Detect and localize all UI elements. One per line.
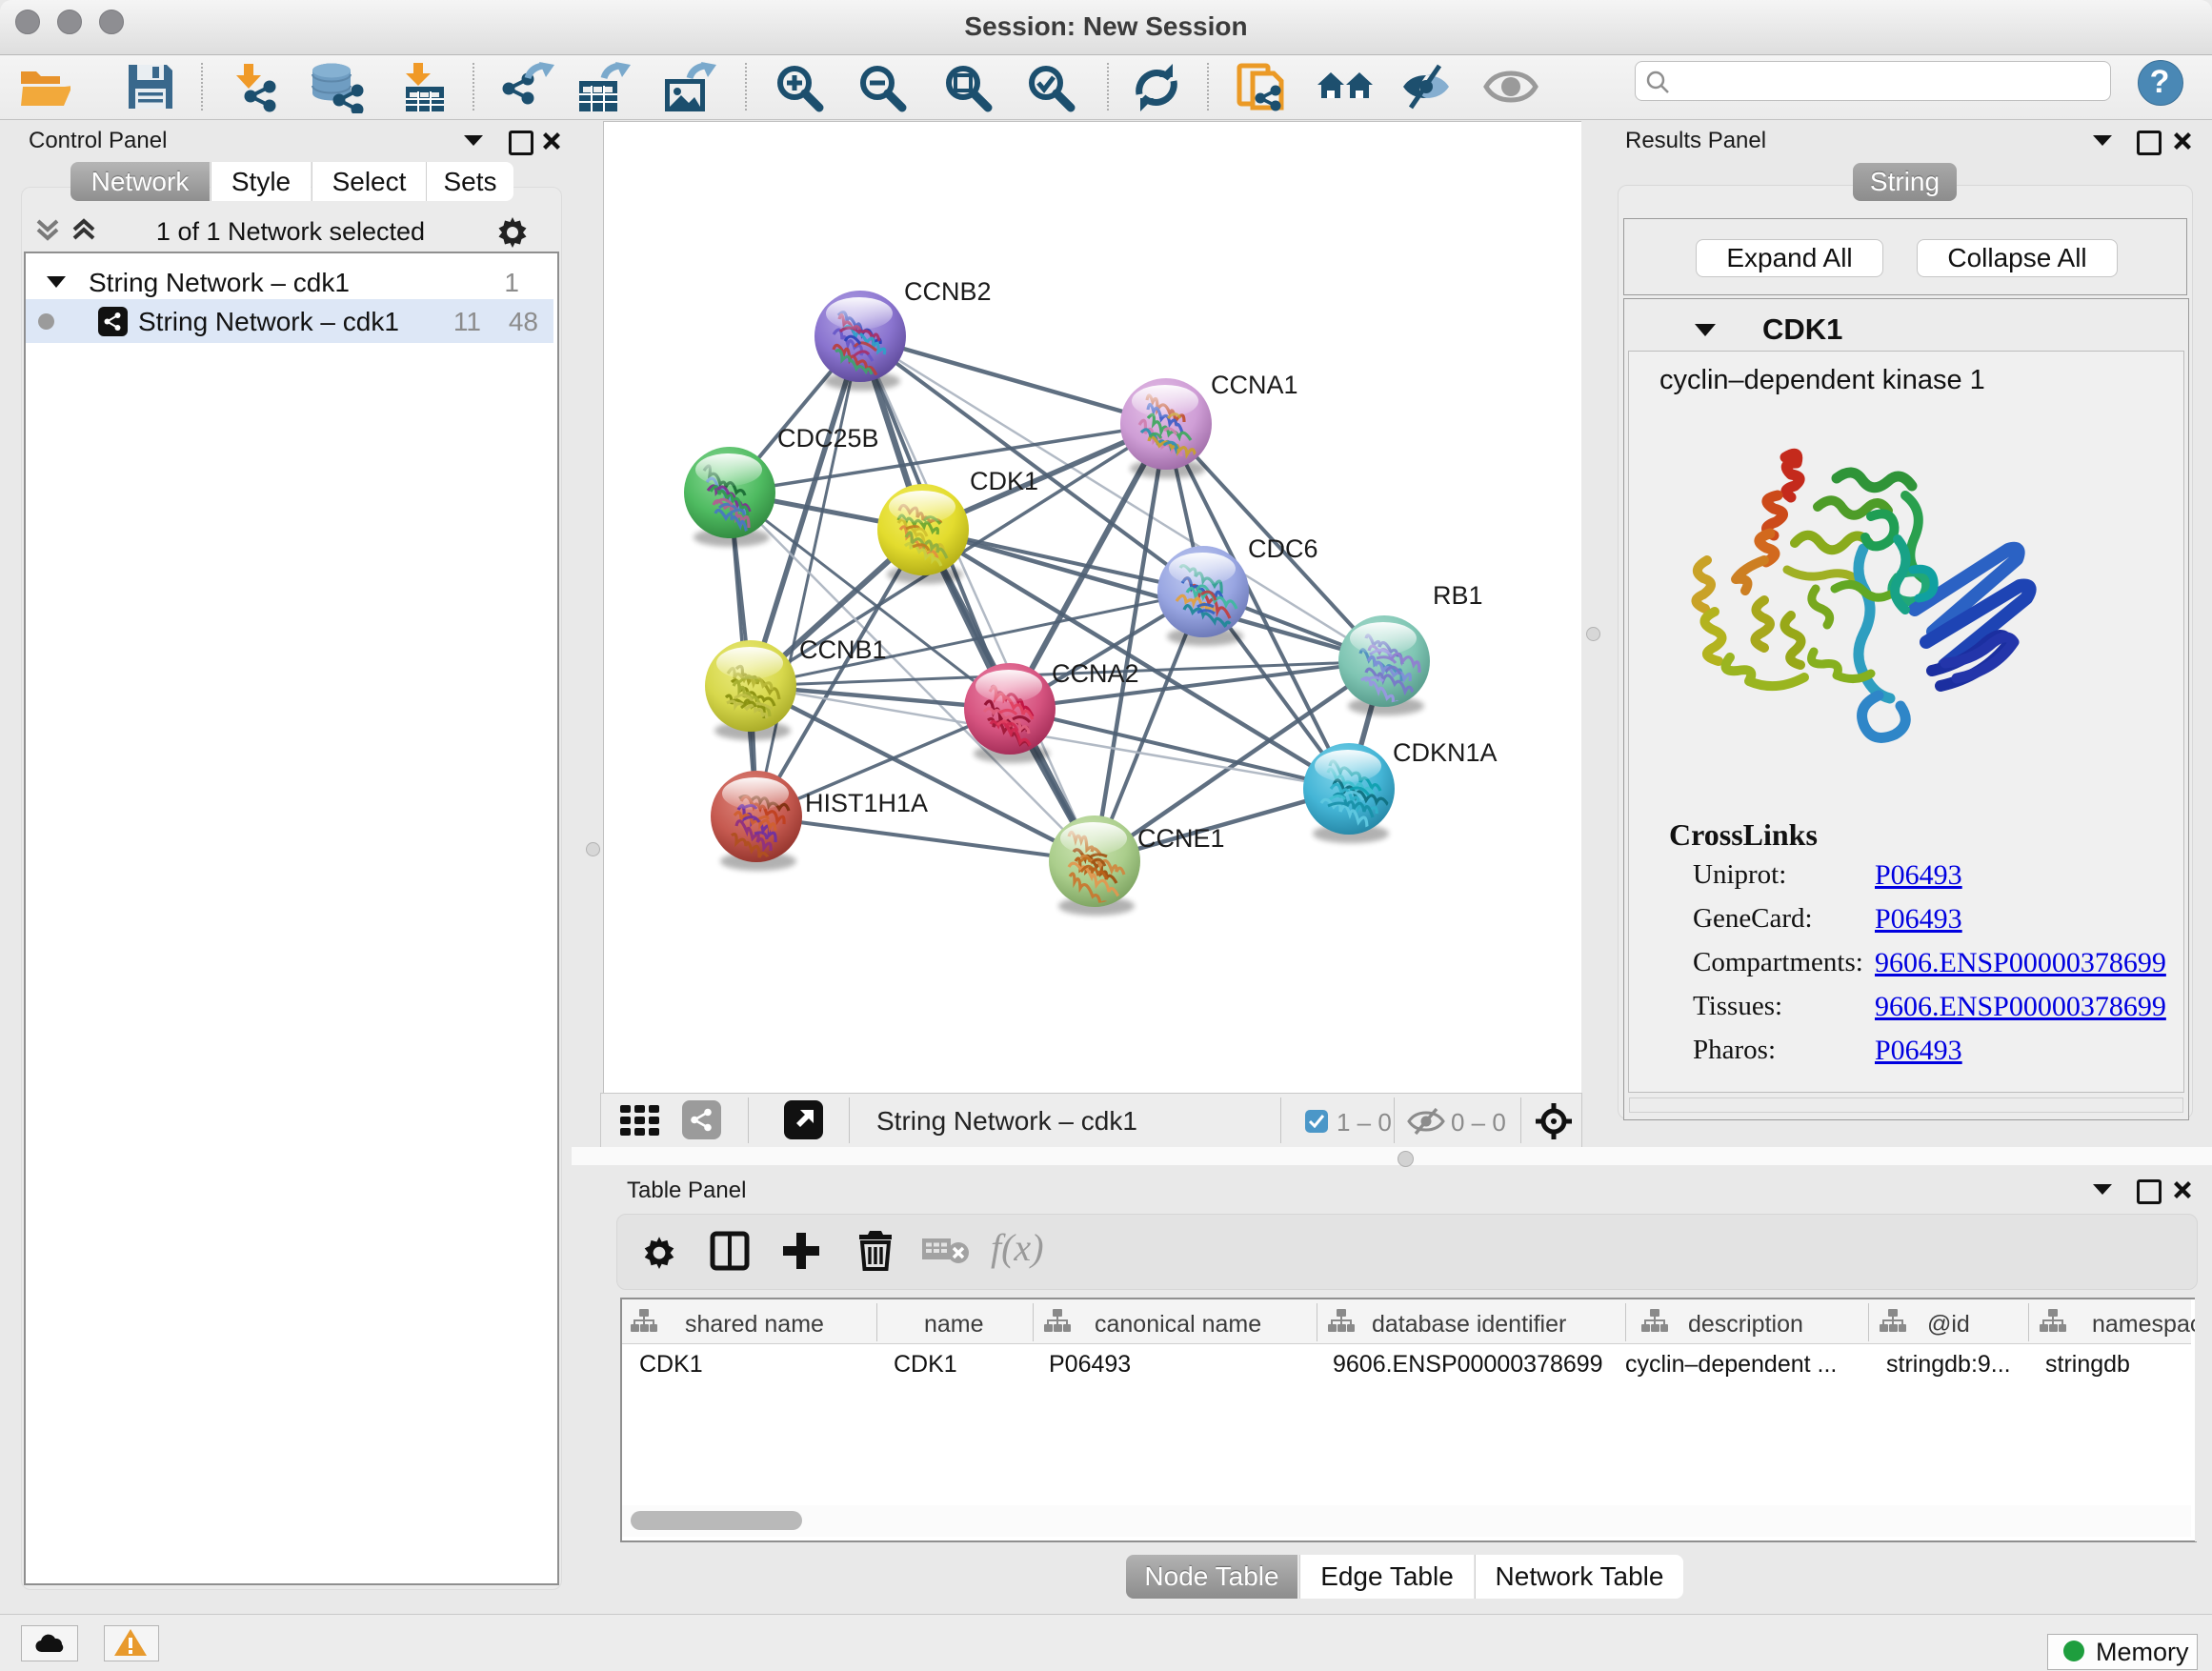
svg-text:CCNB2: CCNB2	[904, 277, 992, 306]
svg-text:CDC6: CDC6	[1248, 534, 1318, 563]
svg-text:CCNE1: CCNE1	[1137, 824, 1225, 853]
svg-text:HIST1H1A: HIST1H1A	[805, 789, 928, 817]
svg-text:CCNB1: CCNB1	[799, 635, 887, 664]
svg-text:CDC25B: CDC25B	[777, 424, 879, 453]
svg-text:CCNA1: CCNA1	[1211, 371, 1298, 399]
svg-text:RB1: RB1	[1433, 581, 1483, 610]
svg-text:CDK1: CDK1	[970, 467, 1038, 495]
svg-text:CCNA2: CCNA2	[1052, 659, 1139, 688]
svg-text:CDKN1A: CDKN1A	[1393, 738, 1498, 767]
